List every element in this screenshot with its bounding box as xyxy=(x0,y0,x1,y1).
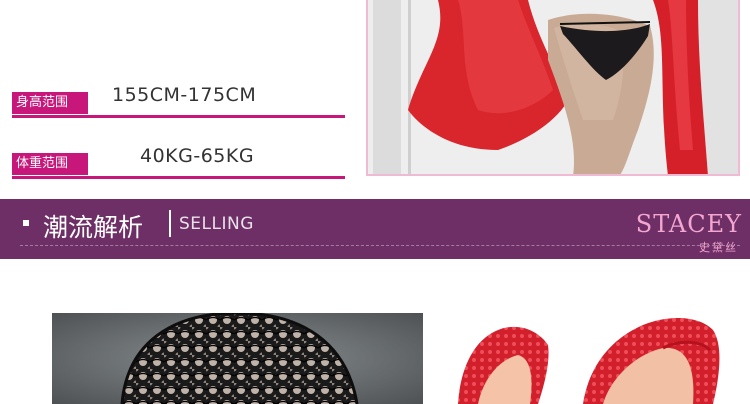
product-photo-lace-detail xyxy=(52,313,423,404)
spec-value-height: 155CM-175CM xyxy=(112,84,257,106)
banner-bullet-square xyxy=(23,220,29,226)
brand-logo-cn: 史黛丝 xyxy=(699,241,738,254)
banner-dashed-line xyxy=(20,245,740,246)
lace-photo-illustration xyxy=(52,313,423,404)
spec-label-weight: 体重范围 xyxy=(12,153,88,175)
shoes-photo-illustration xyxy=(458,318,720,404)
banner-title-cn: 潮流解析 xyxy=(43,213,144,242)
spec-label-height: 身高范围 xyxy=(12,92,88,114)
section-banner-selling: 潮流解析 SELLING STACEY 史黛丝 xyxy=(0,199,750,259)
banner-separator xyxy=(169,210,171,237)
product-photo-red-shoes xyxy=(438,300,750,404)
spec-underline xyxy=(12,176,345,179)
spec-value-weight: 40KG-65KG xyxy=(140,145,255,167)
product-photo-model xyxy=(366,0,740,176)
spec-row-weight: 体重范围 40KG-65KG xyxy=(12,145,345,179)
brand-logo-text: STACEY xyxy=(635,210,742,238)
spec-underline xyxy=(12,115,345,118)
spec-row-height: 身高范围 155CM-175CM xyxy=(12,84,345,118)
banner-title-en: SELLING xyxy=(179,214,254,234)
model-photo-illustration xyxy=(368,0,738,174)
